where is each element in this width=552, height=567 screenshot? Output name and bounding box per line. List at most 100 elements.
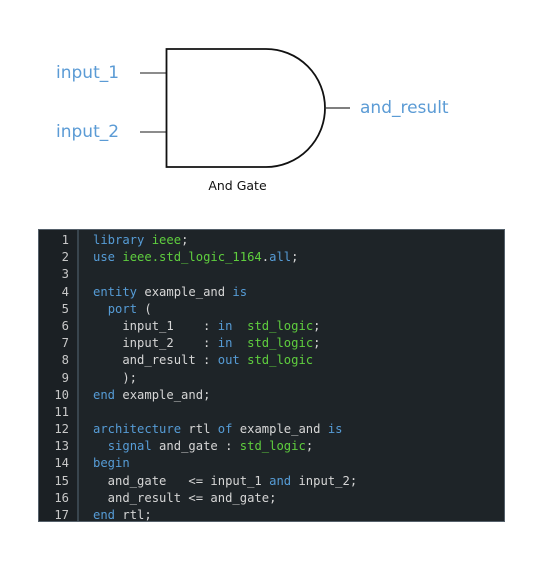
keyword-token: in — [217, 318, 233, 333]
code-line: 13 signal and_gate : std_logic; — [39, 438, 504, 455]
keyword-token: signal — [107, 439, 152, 454]
identifier-token: and_gate <= input_1 — [93, 473, 270, 488]
code-line: 1 library ieee; — [39, 232, 504, 249]
keyword-token: in — [217, 336, 233, 351]
keyword-token: is — [232, 284, 248, 299]
code-line: 8 and_result : out std_logic — [39, 352, 504, 369]
line-number: 12 — [54, 422, 69, 437]
line-number: 1 — [61, 233, 69, 247]
code-text: begin — [93, 455, 130, 472]
gate-caption: And Gate — [208, 178, 267, 193]
code-text: end rtl; — [93, 507, 152, 522]
code-text: input_1 : in std_logic; — [93, 318, 321, 335]
keyword-token: and — [269, 473, 292, 488]
keyword-token: architecture — [93, 422, 182, 437]
line-number: 3 — [61, 267, 69, 282]
code-line: 6 input_1 : in std_logic; — [39, 318, 504, 335]
identifier-token — [93, 302, 108, 316]
identifier-token: input_1 : — [93, 318, 218, 333]
type-token: std_logic — [247, 336, 314, 351]
line-number: 15 — [54, 473, 69, 488]
code-line: 7 input_2 : in std_logic; — [39, 335, 504, 352]
identifier-token: ; — [313, 336, 321, 351]
code-text: input_2 : in std_logic; — [93, 335, 321, 352]
identifier-token — [93, 439, 108, 453]
code-line: 14 begin — [39, 455, 504, 472]
code-line: 5 port ( — [39, 301, 504, 318]
code-block: 1 library ieee; 2 use ieee.std_logic_1164.a… — [38, 229, 505, 522]
code-line: 10 end example_and; — [39, 387, 504, 404]
code-text: end example_and; — [93, 387, 210, 404]
line-number: 5 — [61, 301, 69, 316]
code-line: 2 use ieee.std_logic_1164.all; — [39, 249, 504, 266]
identifier-token: ; — [291, 250, 299, 265]
code-text: entity example_and is — [93, 284, 247, 301]
line-number: 13 — [54, 439, 69, 454]
identifier-token: example_and; — [115, 387, 211, 402]
identifier-token: rtl; — [115, 508, 152, 522]
code-line: 3 — [39, 266, 504, 283]
type-token: ieee.std_logic_1164 — [122, 250, 262, 265]
keyword-token: entity — [93, 284, 138, 299]
output-label: and_result — [360, 98, 449, 118]
code-line: 17 end rtl; — [39, 507, 504, 522]
input-2-label: input_2 — [56, 122, 120, 142]
identifier-token: ; — [305, 439, 314, 454]
identifier-token: rtl — [181, 422, 218, 437]
keyword-token: port — [107, 301, 138, 316]
keyword-token: out — [217, 353, 240, 368]
keyword-token: end — [93, 508, 116, 522]
keyword-token: is — [327, 422, 343, 437]
and-gate-diagram: input_1 input_2 and_result And Gate — [0, 0, 552, 210]
type-token: std_logic — [239, 439, 306, 454]
identifier-token — [144, 233, 151, 247]
line-number: 14 — [54, 456, 69, 471]
code-line: 4 entity example_and is — [39, 284, 504, 301]
identifier-token: input_2 : — [93, 336, 218, 351]
type-token: std_logic — [247, 318, 314, 333]
identifier-token — [240, 353, 247, 367]
code-line: 11 — [39, 404, 504, 421]
identifier-token: ; — [313, 318, 321, 333]
identifier-token: example_and — [137, 284, 233, 299]
identifier-token: example_and — [232, 422, 328, 437]
line-number: 2 — [61, 250, 69, 265]
line-number: 8 — [61, 353, 69, 368]
type-token: std_logic — [247, 353, 314, 368]
code-text: signal and_gate : std_logic; — [93, 438, 313, 455]
identifier-token: ); — [93, 370, 138, 385]
line-number: 17 — [54, 508, 69, 522]
identifier-token: ( — [137, 301, 152, 316]
identifier-token: input_2; — [291, 473, 358, 488]
identifier-token — [232, 336, 247, 350]
code-lines: 1 library ieee; 2 use ieee.std_logic_1164.a… — [39, 232, 504, 522]
input-1-label: input_1 — [56, 63, 120, 83]
code-text: use ieee.std_logic_1164.all; — [93, 249, 298, 266]
code-line: 16 and_result <= and_gate; — [39, 490, 504, 507]
identifier-token: and_result <= and_gate; — [93, 490, 277, 505]
line-number: 7 — [61, 336, 69, 351]
line-number: 10 — [54, 387, 69, 402]
type-token: ieee — [151, 233, 182, 247]
identifier-token — [232, 319, 247, 333]
code-text: and_result <= and_gate; — [93, 490, 277, 507]
line-number: 9 — [61, 370, 69, 385]
keyword-token: use — [93, 250, 116, 265]
keyword-token: library — [93, 233, 145, 247]
code-text: library ieee; — [93, 232, 188, 249]
code-text: and_result : out std_logic — [93, 352, 313, 369]
line-number: 6 — [61, 318, 69, 333]
code-line: 15 and_gate <= input_1 and input_2; — [39, 473, 504, 490]
code-text: ); — [93, 370, 137, 387]
code-text: and_gate <= input_1 and input_2; — [93, 473, 358, 490]
keyword-token: all — [269, 250, 292, 265]
line-number: 16 — [54, 490, 69, 505]
and-gate-symbol — [165, 48, 326, 168]
code-line: 9 ); — [39, 370, 504, 387]
identifier-token: ; — [181, 233, 189, 247]
code-text: port ( — [93, 301, 152, 318]
line-number: 11 — [54, 404, 69, 419]
code-line: 12 architecture rtl of example_and is — [39, 421, 504, 438]
line-number: 4 — [61, 284, 69, 299]
keyword-token: end — [93, 387, 116, 402]
